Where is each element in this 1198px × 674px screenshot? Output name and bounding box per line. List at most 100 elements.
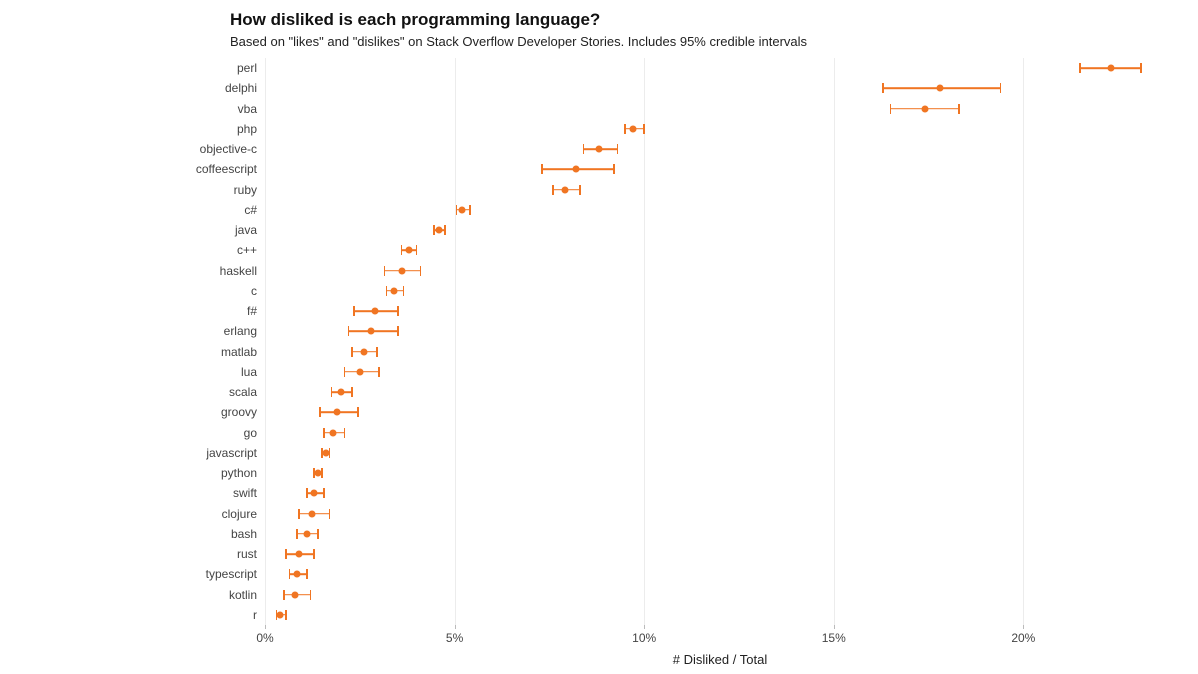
data-row: python	[265, 463, 1175, 483]
x-tick-mark	[834, 625, 835, 629]
y-tick-label: ruby	[7, 183, 257, 197]
point-marker	[398, 267, 405, 274]
point-marker	[303, 530, 310, 537]
y-tick-label: matlab	[7, 345, 257, 359]
error-cap-high	[344, 428, 346, 438]
y-tick-label: go	[7, 426, 257, 440]
y-tick-label: r	[7, 608, 257, 622]
data-row: erlang	[265, 321, 1175, 341]
point-marker	[436, 227, 443, 234]
error-cap-high	[306, 569, 308, 579]
y-tick-label: groovy	[7, 405, 257, 419]
error-cap-low	[351, 347, 353, 357]
data-row: rust	[265, 544, 1175, 564]
error-cap-high	[376, 347, 378, 357]
y-tick-label: javascript	[7, 446, 257, 460]
y-tick-label: python	[7, 466, 257, 480]
error-cap-high	[397, 326, 399, 336]
point-marker	[1107, 65, 1114, 72]
data-row: perl	[265, 58, 1175, 78]
data-row: coffeescript	[265, 159, 1175, 179]
point-marker	[311, 490, 318, 497]
error-cap-high	[613, 164, 615, 174]
data-row: delphi	[265, 78, 1175, 98]
data-row: matlab	[265, 342, 1175, 362]
error-cap-low	[348, 326, 350, 336]
data-row: php	[265, 119, 1175, 139]
error-cap-high	[416, 245, 418, 255]
error-cap-low	[624, 124, 626, 134]
error-cap-low	[283, 590, 285, 600]
error-cap-low	[882, 83, 884, 93]
error-cap-high	[444, 225, 446, 235]
data-row: objective-c	[265, 139, 1175, 159]
y-tick-label: lua	[7, 365, 257, 379]
y-tick-label: scala	[7, 385, 257, 399]
point-marker	[459, 206, 466, 213]
x-tick-mark	[265, 625, 266, 629]
data-row: java	[265, 220, 1175, 240]
error-cap-low	[401, 245, 403, 255]
error-cap-high	[317, 529, 319, 539]
error-cap-high	[617, 144, 619, 154]
point-marker	[390, 287, 397, 294]
x-tick-label: 20%	[1011, 631, 1035, 645]
error-cap-low	[331, 387, 333, 397]
error-cap-high	[579, 185, 581, 195]
error-cap-low	[433, 225, 435, 235]
error-cap-low	[289, 569, 291, 579]
error-cap-high	[643, 124, 645, 134]
y-tick-label: c++	[7, 243, 257, 257]
y-tick-label: f#	[7, 304, 257, 318]
data-row: r	[265, 605, 1175, 625]
point-marker	[309, 510, 316, 517]
point-marker	[572, 166, 579, 173]
data-row: typescript	[265, 564, 1175, 584]
chart-title: How disliked is each programming languag…	[230, 10, 600, 30]
error-cap-low	[298, 509, 300, 519]
point-marker	[595, 146, 602, 153]
y-tick-label: rust	[7, 547, 257, 561]
point-marker	[337, 389, 344, 396]
point-marker	[629, 125, 636, 132]
data-row: c	[265, 281, 1175, 301]
point-marker	[406, 247, 413, 254]
error-cap-high	[958, 104, 960, 114]
y-tick-label: coffeescript	[7, 162, 257, 176]
point-marker	[936, 85, 943, 92]
data-row: f#	[265, 301, 1175, 321]
error-cap-high	[351, 387, 353, 397]
error-cap-low	[323, 428, 325, 438]
point-marker	[356, 368, 363, 375]
point-marker	[296, 551, 303, 558]
data-row: bash	[265, 524, 1175, 544]
x-axis-label: # Disliked / Total	[673, 652, 767, 667]
error-cap-high	[357, 407, 359, 417]
x-tick-label: 5%	[446, 631, 463, 645]
x-tick-label: 0%	[256, 631, 273, 645]
error-cap-high	[329, 509, 331, 519]
x-tick-mark	[644, 625, 645, 629]
error-cap-low	[552, 185, 554, 195]
x-tick-label: 15%	[822, 631, 846, 645]
plot-area: # Disliked / Total 0%5%10%15%20%perldelp…	[265, 58, 1175, 625]
y-tick-label: java	[7, 223, 257, 237]
point-marker	[294, 571, 301, 578]
point-marker	[368, 328, 375, 335]
data-row: groovy	[265, 402, 1175, 422]
error-cap-low	[456, 205, 458, 215]
y-tick-label: erlang	[7, 324, 257, 338]
data-row: c#	[265, 200, 1175, 220]
error-cap-low	[583, 144, 585, 154]
point-marker	[921, 105, 928, 112]
data-row: clojure	[265, 504, 1175, 524]
x-tick-label: 10%	[632, 631, 656, 645]
error-cap-high	[310, 590, 312, 600]
error-cap-low	[344, 367, 346, 377]
point-marker	[360, 348, 367, 355]
error-cap-high	[323, 488, 325, 498]
error-cap-low	[386, 286, 388, 296]
y-tick-label: vba	[7, 102, 257, 116]
y-tick-label: haskell	[7, 264, 257, 278]
error-cap-high	[420, 266, 422, 276]
